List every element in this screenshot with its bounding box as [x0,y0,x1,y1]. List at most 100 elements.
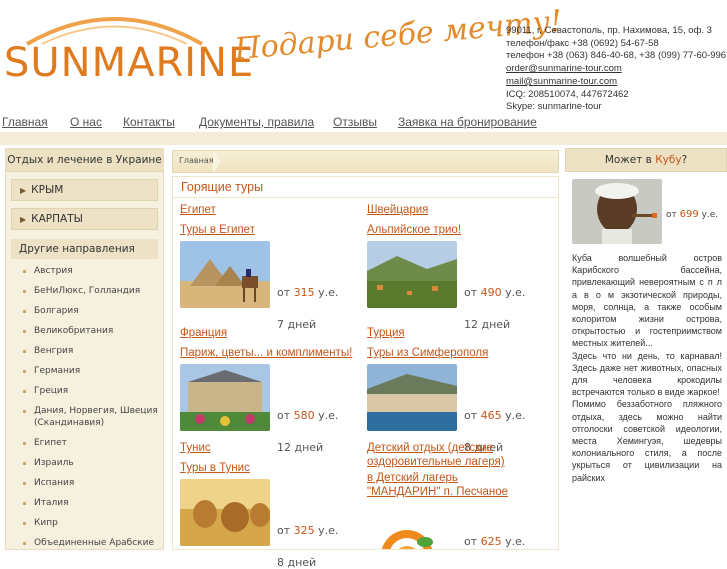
bullet-icon [23,330,26,333]
tour-photo-tunisia[interactable] [180,479,270,546]
breadcrumb-arrow-icon [213,151,221,173]
bullet-icon [23,522,26,525]
tour-name-link[interactable]: в Детский лагерь [367,472,557,484]
tour-photo-france[interactable] [180,364,270,431]
tour-card-switzerland: Швейцария Альпийское трио! от 490 у.е. 1… [367,204,557,334]
tour-country-link[interactable]: Детский отдых (детские [367,442,557,454]
list-item[interactable]: Кипр [6,517,163,529]
promo-price: от 699 у.е. [666,209,719,220]
directions-list: Австрия БеНиЛюкс, Голландия Болгария Вел… [6,265,163,549]
promo-heading: Может в Кубу? [565,148,727,172]
tour-photo-turkey[interactable] [367,364,457,431]
header: SUNMARINE Подари себе мечту! 99011, г. С… [0,0,727,118]
tour-card-tunisia: Тунис Туры в Тунис от 325 у.е. 8 дней [180,442,370,569]
triangle-right-icon: ▶ [20,215,27,224]
tour-card-france: Франция Париж, цветы... и комплименты! о… [180,327,370,457]
tour-name-link[interactable]: Туры в Египет [180,224,370,236]
address: 99011, г. Севастополь, пр. Нахимова, 15,… [506,25,712,36]
tour-price: от 490 у.е. [464,286,526,299]
promo-cuba-link[interactable]: Кубу [655,154,681,166]
camp-logo[interactable] [367,526,457,549]
bullet-icon [23,310,26,313]
list-item[interactable]: Болгария [6,305,163,317]
tour-photo-switzerland[interactable] [367,241,457,308]
contacts-block: 99011, г. Севастополь, пр. Нахимова, 15,… [506,25,726,114]
tour-country-link[interactable]: Швейцария [367,204,557,216]
tour-name-link[interactable]: Туры в Тунис [180,462,370,474]
region-label: КАРПАТЫ [31,213,83,225]
order-email-link[interactable]: order@sunmarine-tour.com [506,63,622,74]
icq: ICQ: 208510074, 447672462 [506,88,629,100]
list-item[interactable]: Австрия [6,265,163,277]
main-content: Главная Горящие туры Египет Туры в Египе… [168,148,559,569]
region-label: КРЫМ [31,184,64,196]
sidebar-item-carpathians[interactable]: ▶ КАРПАТЫ [11,208,158,230]
promo-paragraph: Здесь что ни день, то карнавал! Здесь да… [572,350,722,398]
tour-price: от 325 у.е. [277,524,339,537]
tour-price: от 315 у.е. [277,286,339,299]
list-item[interactable]: Испания [6,477,163,489]
right-sidebar: Может в Кубу? от 699 у.е. Куба волшебный… [565,148,727,548]
tour-price: от 625 у.е. [464,535,526,548]
tour-country-link[interactable]: Турция [367,327,557,339]
cuba-photo[interactable] [572,179,662,244]
tour-card-kids-camp: Детский отдых (детские оздоровительные л… [367,442,557,549]
hot-tours-panel: Горящие туры Египет Туры в Египет от 315… [172,176,559,569]
tour-name-link[interactable]: Туры из Симферополя [367,347,557,359]
tour-card-egypt: Египет Туры в Египет от 315 у.е. 7 дней [180,204,370,334]
nav-documents[interactable]: Документы, правила [199,115,314,129]
bullet-icon [23,370,26,373]
triangle-right-icon: ▶ [20,186,27,195]
list-item[interactable]: Израиль [6,457,163,469]
top-nav: Главная О нас Контакты Документы, правил… [0,114,727,134]
skype: Skype: sunmarine-tour [506,101,602,113]
tour-days: 8 дней [277,556,317,569]
phone-fax: телефон/факс +38 (0692) 54-67-58 [506,37,659,49]
tour-name-link[interactable]: Париж, цветы... и комплименты! [180,347,370,359]
tour-name-link[interactable]: Альпийское трио! [367,224,557,236]
tour-price: от 580 у.е. [277,409,339,422]
promo-paragraph: Куба волшебный остров Карибского бассейн… [572,253,722,349]
list-item[interactable]: Германия [6,365,163,377]
list-item[interactable]: Объединенные Арабские [6,537,163,549]
bullet-icon [23,482,26,485]
tour-name-link-2[interactable]: "МАНДАРИН" п. Песчаное [367,486,557,498]
tour-card-turkey: Турция Туры из Симферополя от 465 у.е. 8… [367,327,557,457]
nav-contacts[interactable]: Контакты [123,115,175,129]
sidebar-heading: Отдых и лечение в Украине [6,149,163,172]
nav-reviews[interactable]: Отзывы [333,115,377,129]
bullet-icon [23,442,26,445]
tour-country-link[interactable]: Египет [180,204,370,216]
list-item[interactable]: Венгрия [6,345,163,357]
nav-home[interactable]: Главная [2,115,48,129]
bullet-icon [23,390,26,393]
breadcrumb: Главная [172,150,559,173]
list-item[interactable]: БеНиЛюкс, Голландия [6,285,163,297]
list-item[interactable]: Италия [6,497,163,509]
list-item[interactable]: Дания, Норвегия, Швеция (Скандинавия) [6,405,163,429]
breadcrumb-home[interactable]: Главная [179,156,214,165]
nav-about[interactable]: О нас [70,115,102,129]
divider [173,197,558,198]
left-sidebar: Отдых и лечение в Украине ▶ КРЫМ ▶ КАРПАТЫ… [5,148,164,550]
nav-divider [0,132,727,145]
page-title: Горящие туры [181,180,264,194]
phones: телефон +38 (063) 846-40-68, +38 (099) 7… [506,50,727,62]
tour-country-link-2[interactable]: оздоровительные лагеря) [367,456,557,468]
mail-email-link[interactable]: mail@sunmarine-tour.com [506,76,617,87]
tour-country-link[interactable]: Франция [180,327,370,339]
tour-country-link[interactable]: Тунис [180,442,370,454]
list-item[interactable]: Греция [6,385,163,397]
sidebar-item-crimea[interactable]: ▶ КРЫМ [11,179,158,201]
list-item[interactable]: Великобритания [6,325,163,337]
tour-price: от 465 у.е. [464,409,526,422]
promo-paragraph: Помимо беззаботного пляжного отдыха, зде… [572,399,722,483]
logo[interactable]: SUNMARINE [4,40,254,86]
bullet-icon [23,502,26,505]
bullet-icon [23,270,26,273]
tour-photo-egypt[interactable] [180,241,270,308]
nav-booking[interactable]: Заявка на бронирование [398,115,537,129]
bullet-icon [23,290,26,293]
list-item[interactable]: Египет [6,437,163,449]
other-directions-heading: Другие направления [11,239,158,259]
